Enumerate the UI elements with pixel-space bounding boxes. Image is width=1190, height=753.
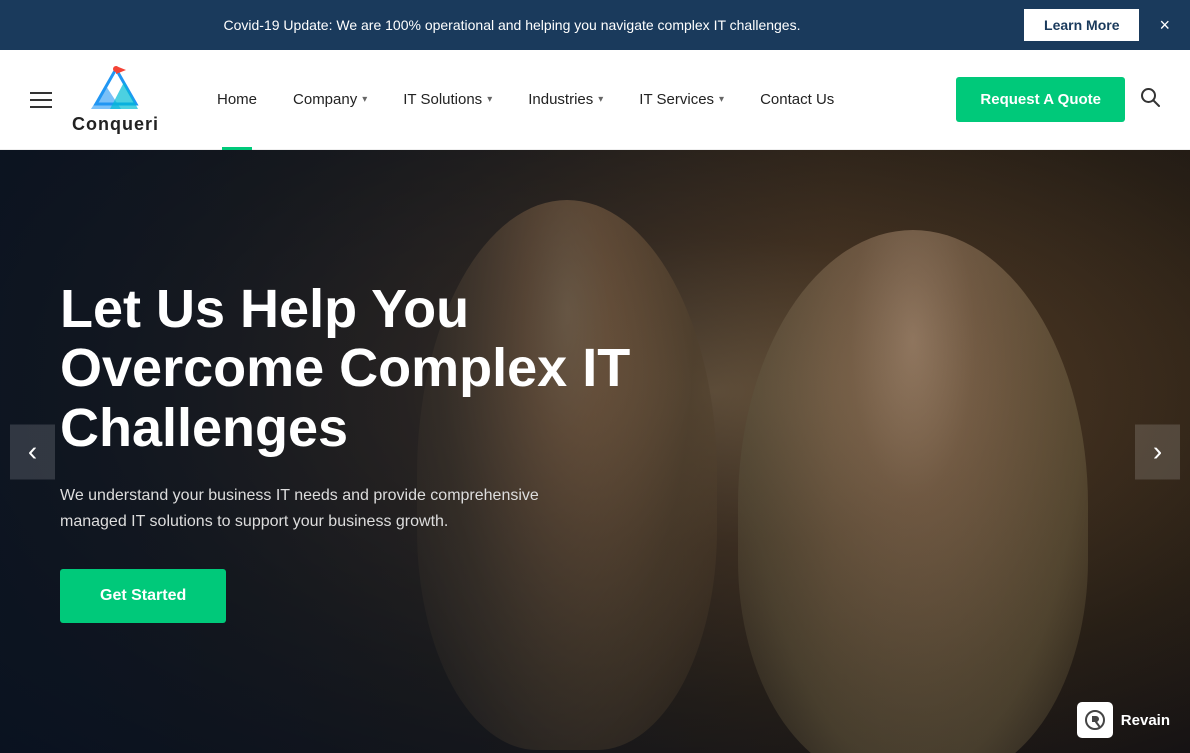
chevron-down-icon: ▾ [362,94,367,105]
close-announcement-button[interactable]: × [1159,16,1170,34]
logo-text: Conqueri [72,114,159,135]
hamburger-button[interactable] [30,92,52,108]
revain-label: Revain [1121,712,1170,729]
nav-links: Home Company ▾ IT Solutions ▾ Industries… [199,50,956,150]
hero-subtitle: We understand your business IT needs and… [60,483,580,534]
revain-badge: Revain [1077,702,1170,738]
announcement-text: Covid-19 Update: We are 100% operational… [20,17,1004,33]
nav-item-home[interactable]: Home [199,50,275,150]
learn-more-button[interactable]: Learn More [1024,9,1139,41]
logo-icon [86,64,146,114]
chevron-down-icon: ▾ [598,94,603,105]
get-started-button[interactable]: Get Started [60,569,226,623]
hero-content: Let Us Help You Overcome Complex IT Chal… [0,150,714,753]
hero-title: Let Us Help You Overcome Complex IT Chal… [60,280,654,458]
announcement-bar: Covid-19 Update: We are 100% operational… [0,0,1190,50]
hamburger-line-2 [30,99,52,101]
search-icon [1140,87,1160,107]
nav-item-company[interactable]: Company ▾ [275,50,385,150]
hero-section: Let Us Help You Overcome Complex IT Chal… [0,150,1190,753]
hamburger-line-1 [30,92,52,94]
slider-prev-button[interactable]: ‹ [10,424,55,479]
nav-item-contact-us[interactable]: Contact Us [742,50,852,150]
nav-actions: Request A Quote [956,77,1160,122]
logo-area[interactable]: Conqueri [72,64,159,135]
hamburger-line-3 [30,106,52,108]
revain-icon [1077,702,1113,738]
nav-item-it-solutions[interactable]: IT Solutions ▾ [385,50,510,150]
navbar: Conqueri Home Company ▾ IT Solutions ▾ I… [0,50,1190,150]
chevron-down-icon: ▾ [719,94,724,105]
nav-item-industries[interactable]: Industries ▾ [510,50,621,150]
slider-next-button[interactable]: › [1135,424,1180,479]
request-quote-button[interactable]: Request A Quote [956,77,1125,122]
chevron-down-icon: ▾ [487,94,492,105]
search-button[interactable] [1140,87,1160,113]
nav-item-it-services[interactable]: IT Services ▾ [621,50,742,150]
